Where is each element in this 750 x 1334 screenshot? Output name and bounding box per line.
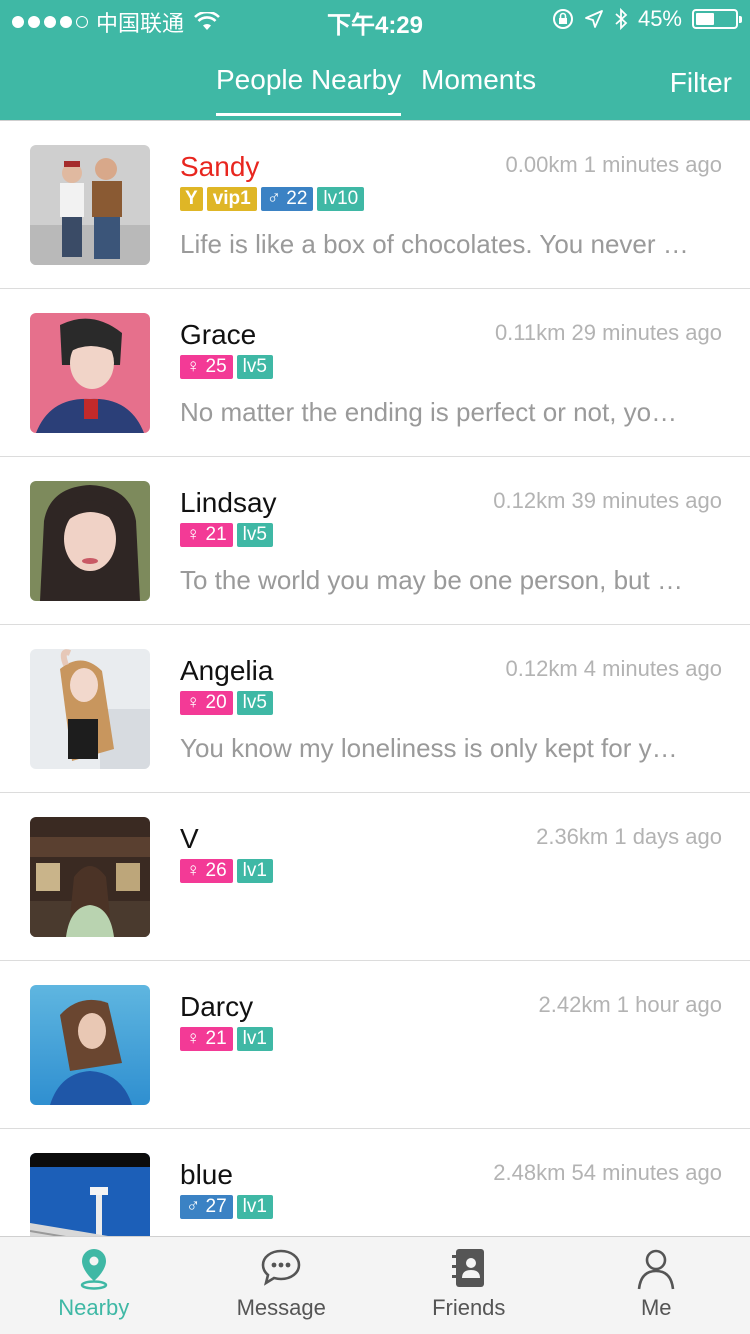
avatar[interactable] — [30, 985, 150, 1105]
badge-group: ♀ 21 lv5 — [180, 523, 273, 547]
distance-time: 0.12km 39 minutes ago — [493, 488, 722, 513]
tab-me-label: Me — [640, 1295, 672, 1320]
badge-group: ♀ 21 lv1 — [180, 1027, 273, 1051]
bio-text: You know my loneliness is only kept for … — [180, 733, 690, 763]
gender-age-badge: ♂ 22 — [260, 187, 314, 211]
distance-time: 0.12km 4 minutes ago — [505, 656, 722, 681]
list-item[interactable]: Angelia 0.12km 4 minutes ago ♀ 20 lv5 Yo… — [0, 625, 750, 793]
tab-message[interactable]: Message — [188, 1237, 376, 1334]
distance-time: 2.48km 54 minutes ago — [493, 1160, 722, 1185]
badge-group: ♀ 20 lv5 — [180, 691, 273, 715]
level-badge: lv5 — [236, 523, 273, 547]
person-name: Angelia — [180, 655, 274, 686]
battery-icon — [692, 9, 742, 29]
gender-age-badge: ♀ 25 — [180, 355, 233, 379]
gender-age-badge: ♂ 27 — [180, 1195, 233, 1219]
avatar[interactable] — [30, 817, 150, 937]
tab-moments[interactable]: Moments — [421, 64, 536, 96]
distance-time: 2.36km 1 days ago — [536, 824, 722, 849]
y-badge: Y — [180, 187, 203, 211]
badge-group: ♀ 25 lv5 — [180, 355, 273, 379]
person-name: Sandy — [180, 151, 260, 182]
tab-friends[interactable]: Friends — [375, 1237, 563, 1334]
person-name: Lindsay — [180, 487, 277, 518]
bio-text: No matter the ending is perfect or not, … — [180, 397, 690, 427]
badge-group: ♂ 27 lv1 — [180, 1195, 273, 1219]
level-badge: lv5 — [236, 691, 273, 715]
person-name: blue — [180, 1159, 233, 1190]
tab-nearby[interactable]: Nearby — [0, 1237, 188, 1334]
filter-button[interactable]: Filter — [670, 67, 732, 99]
avatar[interactable] — [30, 313, 150, 433]
list-item[interactable]: Lindsay 0.12km 39 minutes ago ♀ 21 lv5 T… — [0, 457, 750, 625]
level-badge: lv5 — [236, 355, 273, 379]
gender-age-badge: ♀ 21 — [180, 1027, 233, 1051]
list-item[interactable]: Darcy 2.42km 1 hour ago ♀ 21 lv1 — [0, 961, 750, 1129]
vip-badge: vip1 — [206, 187, 257, 211]
distance-time: 0.11km 29 minutes ago — [494, 320, 722, 345]
tab-people-nearby[interactable]: People Nearby — [216, 64, 401, 96]
person-name: V — [180, 823, 199, 854]
tab-friends-label: Friends — [432, 1295, 506, 1320]
list-item[interactable]: Grace 0.11km 29 minutes ago ♀ 25 lv5 No … — [0, 289, 750, 457]
gender-age-badge: ♀ 26 — [180, 859, 233, 883]
bio-text: To the world you may be one person, but … — [180, 565, 690, 595]
badge-group: ♀ 26 lv1 — [180, 859, 273, 883]
status-bar: 中国联通 下午4:29 45% — [0, 0, 750, 40]
people-list[interactable]: Sandy 0.00km 1 minutes ago Y vip1 ♂ 22 l… — [0, 120, 750, 1236]
bluetooth-icon — [615, 7, 628, 31]
level-badge: lv10 — [317, 187, 365, 211]
status-right: 45% — [552, 6, 742, 32]
list-item[interactable]: blue 2.48km 54 minutes ago ♂ 27 lv1 — [0, 1129, 750, 1236]
avatar[interactable] — [30, 481, 150, 601]
location-pin-icon — [80, 1249, 107, 1290]
contacts-book-icon — [451, 1249, 484, 1287]
gender-age-badge: ♀ 20 — [180, 691, 233, 715]
battery-percent: 45% — [637, 6, 682, 31]
location-icon — [585, 10, 603, 28]
distance-time: 2.42km 1 hour ago — [538, 992, 722, 1017]
active-tab-indicator — [216, 113, 401, 116]
tab-nearby-label: Nearby — [58, 1295, 130, 1320]
bottom-tab-bar: Nearby Message Friends Me — [0, 1236, 750, 1334]
list-item[interactable]: V 2.36km 1 days ago ♀ 26 lv1 — [0, 793, 750, 961]
chat-bubble-icon — [261, 1249, 301, 1286]
bio-text: Life is like a box of chocolates. You ne… — [180, 229, 690, 259]
level-badge: lv1 — [236, 859, 273, 883]
distance-time: 0.00km 1 minutes ago — [505, 152, 722, 177]
level-badge: lv1 — [236, 1195, 273, 1219]
badge-group: Y vip1 ♂ 22 lv10 — [180, 187, 365, 211]
orientation-lock-icon — [552, 9, 573, 29]
gender-age-badge: ♀ 21 — [180, 523, 233, 547]
avatar[interactable] — [30, 649, 150, 769]
list-item[interactable]: Sandy 0.00km 1 minutes ago Y vip1 ♂ 22 l… — [0, 121, 750, 289]
tab-me[interactable]: Me — [563, 1237, 750, 1334]
avatar[interactable] — [30, 1153, 150, 1236]
avatar[interactable] — [30, 145, 150, 265]
person-name: Darcy — [180, 991, 254, 1022]
level-badge: lv1 — [236, 1027, 273, 1051]
person-name: Grace — [180, 319, 257, 350]
person-icon — [637, 1249, 675, 1290]
nav-bar: People Nearby Moments Filter — [0, 40, 750, 120]
tab-message-label: Message — [236, 1295, 326, 1320]
